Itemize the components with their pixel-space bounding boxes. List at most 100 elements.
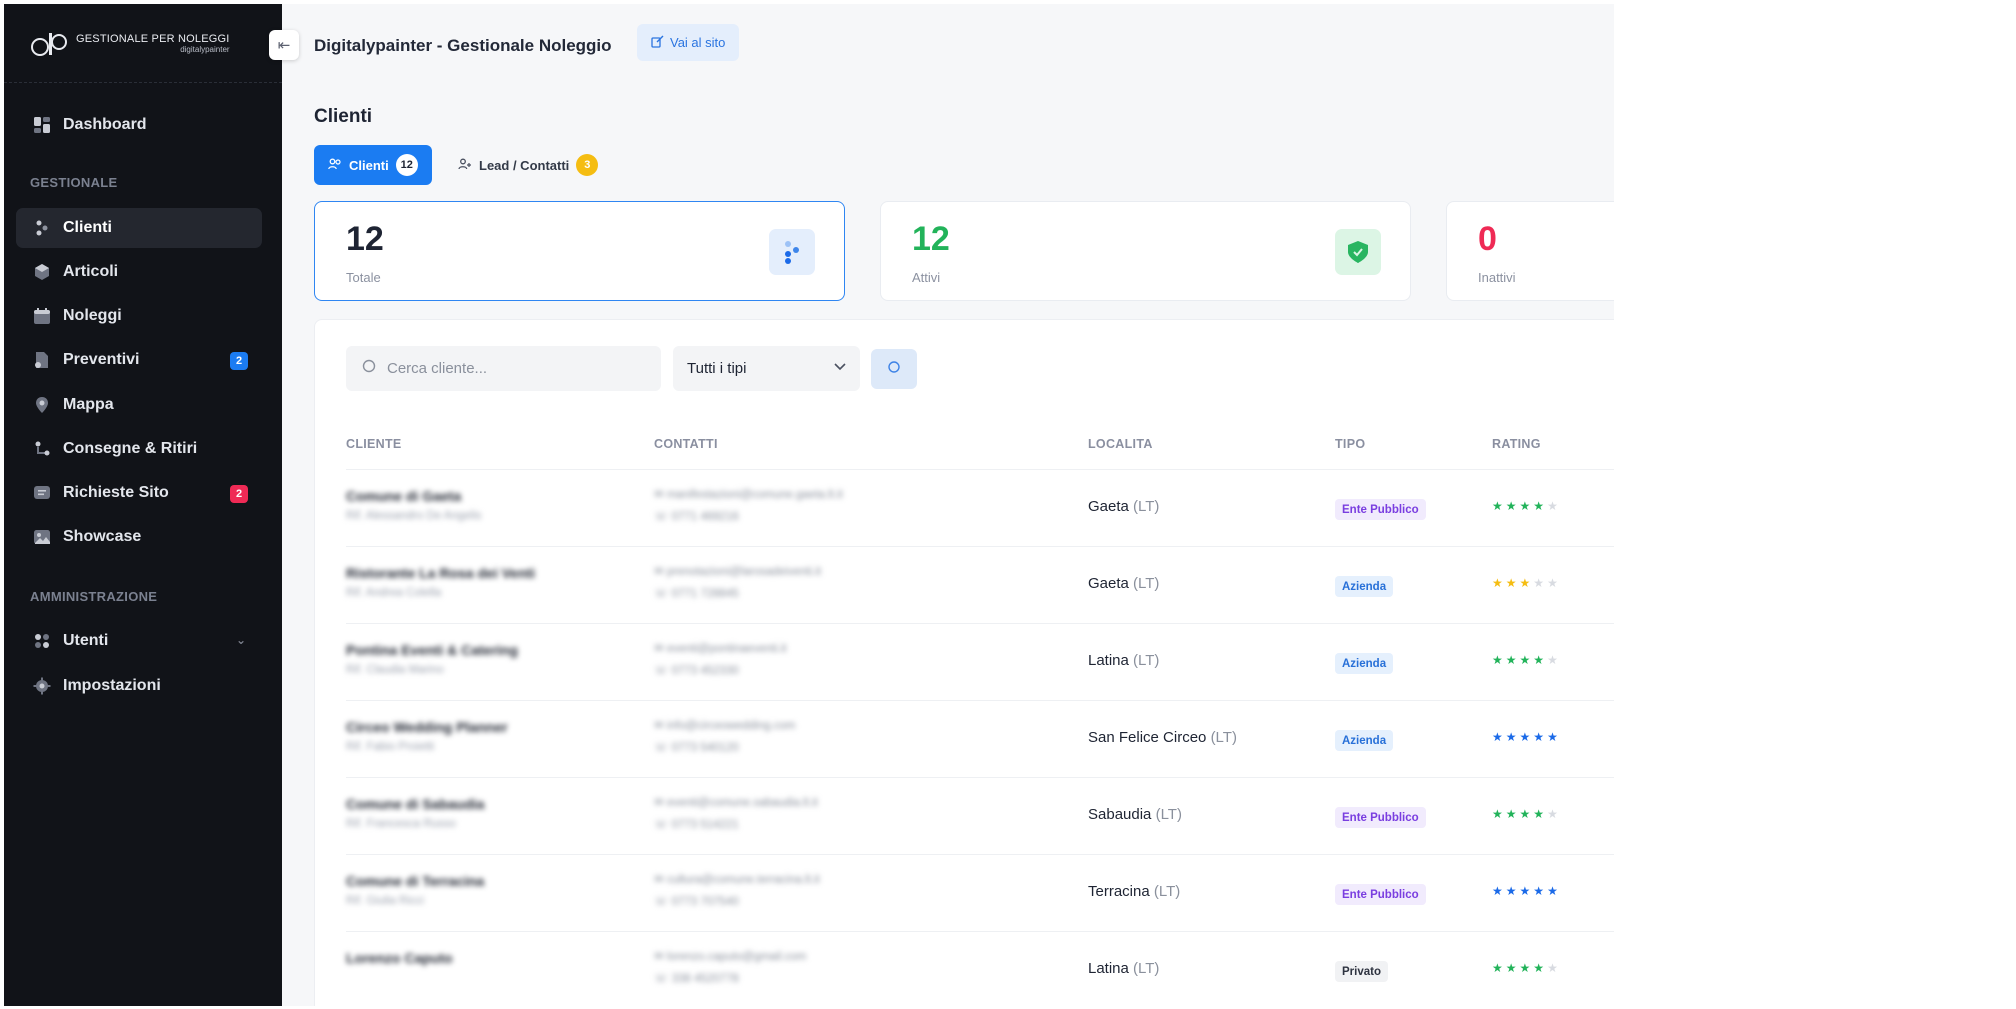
phone-text: 338 4520778 (671, 973, 739, 985)
table-row[interactable]: Ristorante La Rosa dei Venti Rif. Andrea … (346, 546, 1614, 623)
client-type-badge: Ente Pubblico (1335, 807, 1426, 828)
tab-lead-contatti[interactable]: Lead / Contatti 3 (444, 145, 612, 185)
star-icon: ★ (1519, 576, 1534, 590)
star-icon: ★ (1547, 576, 1561, 590)
client-name[interactable]: Comune di Terracina (346, 873, 484, 889)
table-row[interactable]: Circeo Wedding Planner Rif. Fabio Proiett… (346, 700, 1614, 777)
client-email[interactable]: ✉ eventi@pontinaeventi.it (654, 641, 787, 655)
table-row[interactable]: Pontina Eventi & Catering Rif. Claudia Ma… (346, 623, 1614, 700)
sidebar-item-richieste-sito[interactable]: Richieste Sito 2 (16, 473, 262, 513)
star-icon: ★ (1492, 730, 1506, 744)
sidebar-item-impostazioni[interactable]: Impostazioni (16, 666, 262, 706)
preventivi-count-badge: 2 (230, 352, 248, 370)
sidebar-collapse-button[interactable]: ⇤ (269, 30, 299, 60)
logo-title: GESTIONALE PER NOLEGGI (76, 33, 230, 45)
client-location: Terracina (LT) (1088, 883, 1180, 900)
app-logo[interactable]: GESTIONALE PER NOLEGGI digitalypainter (30, 28, 230, 60)
sidebar-item-noleggi[interactable]: Noleggi (16, 296, 262, 336)
search-field[interactable] (346, 346, 661, 391)
client-phone[interactable]: ☏ 0771 469216 (654, 509, 739, 523)
client-email[interactable]: ✉ cultura@comune.terracina.lt.it (654, 872, 820, 886)
table-row[interactable]: Lorenzo Caputo ✉ lorenzo.caputo@gmail.com… (346, 931, 1614, 1006)
stat-label: Totale (346, 270, 381, 285)
client-location: Sabaudia (LT) (1088, 806, 1182, 823)
tab-count-badge: 12 (395, 154, 418, 176)
client-name[interactable]: Comune di Sabaudia (346, 796, 484, 812)
client-phone[interactable]: ☏ 0773 514221 (654, 817, 739, 831)
client-phone[interactable]: ☏ 0773 707540 (654, 894, 739, 908)
client-name[interactable]: Circeo Wedding Planner (346, 719, 508, 735)
client-phone[interactable]: ☏ 0773 452330 (654, 663, 739, 677)
mail-icon: ✉ (654, 874, 667, 886)
client-email[interactable]: ✉ info@circeowedding.com (654, 718, 796, 732)
client-email[interactable]: ✉ lorenzo.caputo@gmail.com (654, 949, 806, 963)
tab-clienti[interactable]: Clienti 12 (314, 145, 432, 185)
client-email[interactable]: ✉ manifestazioni@comune.gaeta.lt.it (654, 487, 843, 501)
type-filter-select[interactable]: Tutti i tipi (673, 346, 860, 391)
table-row[interactable]: Comune di Gaeta Rif. Alessandro De Angeli… (346, 469, 1614, 546)
sidebar-item-articoli[interactable]: Articoli (16, 252, 262, 292)
refresh-button[interactable] (871, 349, 917, 389)
sidebar-item-label: Noleggi (63, 307, 122, 324)
table-row[interactable]: Comune di Sabaudia Rif. Francesca Russo ✉ … (346, 777, 1614, 854)
column-header-localita[interactable]: LOCALITA (1088, 437, 1153, 451)
client-phone[interactable]: ☏ 338 4520778 (654, 971, 739, 985)
users-icon (32, 218, 52, 238)
box-icon (32, 262, 52, 282)
stat-card-attivi[interactable]: 12 Attivi (880, 201, 1411, 301)
page-title: Clienti (314, 106, 373, 127)
client-name[interactable]: Comune di Gaeta (346, 488, 461, 504)
sidebar-item-label: Articoli (63, 263, 119, 280)
stat-label: Inattivi (1478, 270, 1516, 285)
sidebar-item-mappa[interactable]: Mappa (16, 385, 262, 425)
sidebar-item-consegne-ritiri[interactable]: Consegne & Ritiri (16, 429, 262, 469)
sidebar-item-preventivi[interactable]: Preventivi 2 (16, 340, 262, 380)
phone-text: 0771 728845 (671, 588, 739, 600)
star-icon: ★ (1492, 576, 1506, 590)
client-name[interactable]: Lorenzo Caputo (346, 950, 453, 966)
column-header-contatti[interactable]: CONTATTI (654, 437, 718, 451)
column-header-cliente[interactable]: CLIENTE (346, 437, 402, 451)
open-site-button[interactable]: Vai al sito (637, 24, 740, 61)
client-location: Gaeta (LT) (1088, 498, 1159, 515)
province: (LT) (1133, 960, 1160, 977)
table-row[interactable]: Comune di Terracina Rif. Giulia Ricci ✉ cu… (346, 854, 1614, 931)
sidebar-item-clienti[interactable]: Clienti (16, 208, 262, 248)
star-icon: ★ (1519, 730, 1534, 744)
star-icon: ★ (1492, 961, 1506, 975)
sidebar-item-utenti[interactable]: Utenti ⌄ (16, 621, 262, 661)
phone-text: 0773 707540 (671, 896, 739, 908)
phone-text: 0771 469216 (671, 511, 739, 523)
client-email[interactable]: ✉ eventi@comune.sabaudia.lt.it (654, 795, 818, 809)
star-icon: ★ (1505, 653, 1520, 667)
client-name[interactable]: Ristorante La Rosa dei Venti (346, 565, 535, 581)
client-phone[interactable]: ☏ 0773 540120 (654, 740, 739, 754)
star-icon: ★ (1505, 730, 1520, 744)
star-icon: ★ (1533, 730, 1548, 744)
sidebar-item-showcase[interactable]: Showcase (16, 517, 262, 557)
search-icon (362, 359, 377, 378)
column-header-tipo[interactable]: TIPO (1335, 437, 1365, 451)
client-name[interactable]: Pontina Eventi & Catering (346, 642, 518, 658)
tab-label: Lead / Contatti (479, 157, 570, 173)
client-reference: Rif. Andrea Colella (346, 587, 442, 599)
sidebar-divider (4, 82, 282, 83)
client-email[interactable]: ✉ prenotazioni@larosadeiventi.it (654, 564, 821, 578)
sidebar-item-dashboard[interactable]: Dashboard (16, 105, 262, 145)
chevron-down-icon: ⌄ (235, 633, 246, 647)
column-header-rating[interactable]: RATING (1492, 437, 1541, 451)
sidebar: GESTIONALE PER NOLEGGI digitalypainter D… (4, 4, 282, 1006)
rating-stars: ★★★★★ (1492, 884, 1561, 898)
star-icon: ★ (1533, 576, 1548, 590)
stat-card-inattivi[interactable]: 0 Inattivi (1446, 201, 1614, 301)
client-phone[interactable]: ☏ 0771 728845 (654, 586, 739, 600)
search-input[interactable] (387, 360, 647, 377)
tab-label: Clienti (349, 157, 389, 173)
star-icon: ★ (1519, 499, 1534, 513)
star-icon: ★ (1505, 961, 1520, 975)
client-location: Latina (LT) (1088, 960, 1159, 977)
city: Latina (1088, 960, 1129, 977)
stat-card-totale[interactable]: 12 Totale (314, 201, 845, 301)
richieste-count-badge: 2 (230, 485, 248, 503)
phone-icon: ☏ (654, 819, 672, 831)
